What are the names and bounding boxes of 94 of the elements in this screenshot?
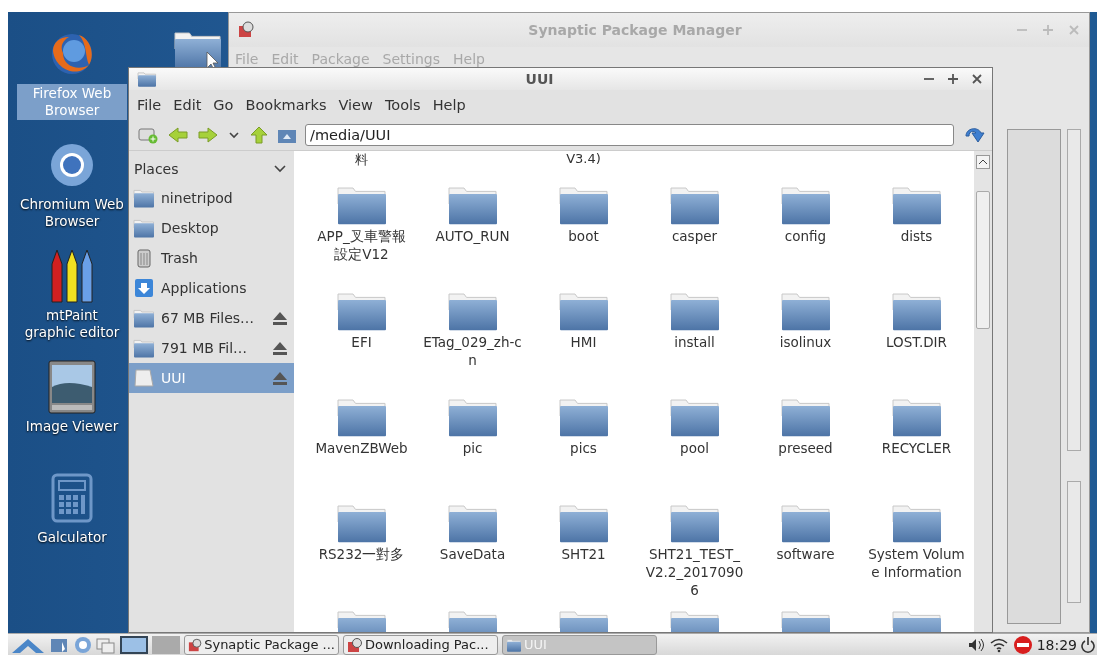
scroll-up-icon[interactable]	[976, 155, 990, 169]
scrollbar-thumb[interactable]	[976, 191, 990, 329]
place-label: 67 MB Files…	[161, 310, 256, 326]
folder-icon	[506, 637, 522, 652]
place-label: UUI	[161, 370, 187, 386]
package-icon	[347, 636, 363, 653]
folder-label[interactable]: pool	[680, 439, 709, 457]
eject-icon[interactable]	[272, 371, 288, 385]
taskbar-task[interactable]: Downloading Pac...	[343, 634, 498, 655]
scrollbar[interactable]	[1067, 481, 1081, 603]
menu-item[interactable]: Bookmarks	[245, 97, 327, 113]
folder-label[interactable]: MavenZBWeb	[315, 439, 408, 457]
round-logo-icon	[49, 142, 95, 188]
folder-label[interactable]: LOST.DIR	[886, 333, 947, 351]
folder-label[interactable]: preseed	[778, 439, 833, 457]
folder-label[interactable]: SHT21_TEST_V2.2_20170906	[644, 545, 745, 599]
folder-label: V3.4)	[565, 151, 602, 166]
close-icon[interactable]	[970, 72, 984, 86]
folder-icon	[133, 338, 155, 358]
workspace-button[interactable]	[120, 635, 148, 654]
folder-label[interactable]: isolinux	[779, 333, 832, 351]
browser-logo-icon[interactable]	[74, 635, 92, 654]
eject-icon[interactable]	[272, 341, 288, 355]
folder-label[interactable]: casper	[671, 227, 718, 245]
no-entry-icon[interactable]	[1012, 634, 1033, 655]
place-label: ninetripod	[161, 190, 234, 206]
menu-item[interactable]: File	[137, 97, 162, 113]
folder-label[interactable]: SaveData	[439, 545, 506, 563]
folder-label[interactable]: System Volume Information	[866, 545, 967, 581]
place-label: Trash	[161, 250, 199, 266]
place-label: 791 MB Fil…	[161, 340, 249, 356]
folder-label[interactable]: ETag_029_zh-cn	[422, 333, 523, 369]
desktop-icon-label[interactable]: Galculator	[34, 528, 110, 547]
places-item[interactable]: Desktop	[129, 213, 294, 243]
folder-label[interactable]: SHT21	[561, 545, 606, 563]
folder-label[interactable]: EFI	[351, 333, 372, 351]
folder-label[interactable]: boot	[568, 227, 599, 245]
window-title: UUI	[524, 71, 555, 87]
fox-globe-icon	[49, 31, 95, 77]
new-tab-icon[interactable]	[137, 126, 159, 144]
folder-label[interactable]: RS232一對多	[318, 545, 405, 563]
forward-arrow-icon[interactable]	[197, 126, 219, 144]
folder-label[interactable]: install	[674, 333, 715, 351]
menu-item[interactable]: Go	[213, 97, 234, 113]
drive-icon	[133, 368, 155, 388]
menu-item[interactable]: Edit	[173, 97, 202, 113]
menu-item[interactable]: Tools	[384, 97, 421, 113]
folder-label: 料	[354, 151, 369, 169]
package-icon	[188, 636, 203, 653]
folder-label[interactable]: APP_叉車警報設定V12	[311, 227, 412, 263]
package-icon	[237, 21, 255, 39]
place-label: Applications	[161, 280, 248, 296]
volume-icon[interactable]	[966, 636, 985, 653]
places-item[interactable]: Applications	[129, 273, 294, 303]
desktop-icon-label[interactable]: Image Viewer	[22, 417, 122, 436]
places-item[interactable]: ninetripod	[129, 183, 294, 213]
folder-icon	[133, 308, 155, 328]
folder-label[interactable]: config	[784, 227, 827, 245]
windows-icon[interactable]	[96, 635, 116, 654]
maximize-icon[interactable]	[946, 72, 960, 86]
window-title: Synaptic Package Manager	[527, 22, 743, 38]
taskbar-task[interactable]: Synaptic Package ...	[184, 634, 339, 655]
landscape-picture-icon	[47, 359, 97, 415]
power-icon[interactable]	[1081, 635, 1095, 654]
desktop-icon-label[interactable]: Chromium Web Browser	[17, 195, 127, 231]
eject-icon[interactable]	[272, 311, 288, 325]
folder-icon	[133, 188, 155, 208]
chevron-down-icon[interactable]	[274, 164, 286, 174]
folder-label[interactable]: pics	[570, 439, 597, 457]
scrollbar[interactable]	[1067, 129, 1081, 451]
menu-item[interactable]: View	[338, 97, 373, 113]
folder-label[interactable]: HMI	[570, 333, 597, 351]
folder-label[interactable]: AUTO_RUN	[435, 227, 510, 245]
back-arrow-icon[interactable]	[167, 126, 189, 144]
menu-item[interactable]: Help	[432, 97, 466, 113]
desktop-icon-label[interactable]: mtPaint graphic editor	[17, 306, 127, 342]
task-label: Downloading Pac...	[365, 637, 489, 652]
folder-icon	[133, 218, 155, 238]
folder-label[interactable]: dists	[900, 227, 933, 245]
folder-label[interactable]: pic	[462, 439, 483, 457]
up-arrow-icon[interactable]	[249, 125, 269, 145]
calculator-icon	[51, 473, 93, 523]
wifi-icon[interactable]	[988, 636, 1009, 653]
folder-icon	[137, 71, 157, 87]
places-item[interactable]: 791 MB Fil…	[129, 333, 294, 363]
clock[interactable]: 18:29	[1036, 636, 1077, 653]
places-header[interactable]: Places	[134, 161, 179, 177]
folder-label[interactable]: software	[776, 545, 835, 563]
place-label: Desktop	[161, 220, 220, 236]
path-field[interactable]: /media/UUI	[305, 124, 954, 146]
places-item[interactable]: 67 MB Files…	[129, 303, 294, 333]
places-item[interactable]: Trash	[129, 243, 294, 273]
folder-label[interactable]: RECYCLER	[881, 439, 952, 457]
task-label: Synaptic Package ...	[204, 637, 335, 652]
